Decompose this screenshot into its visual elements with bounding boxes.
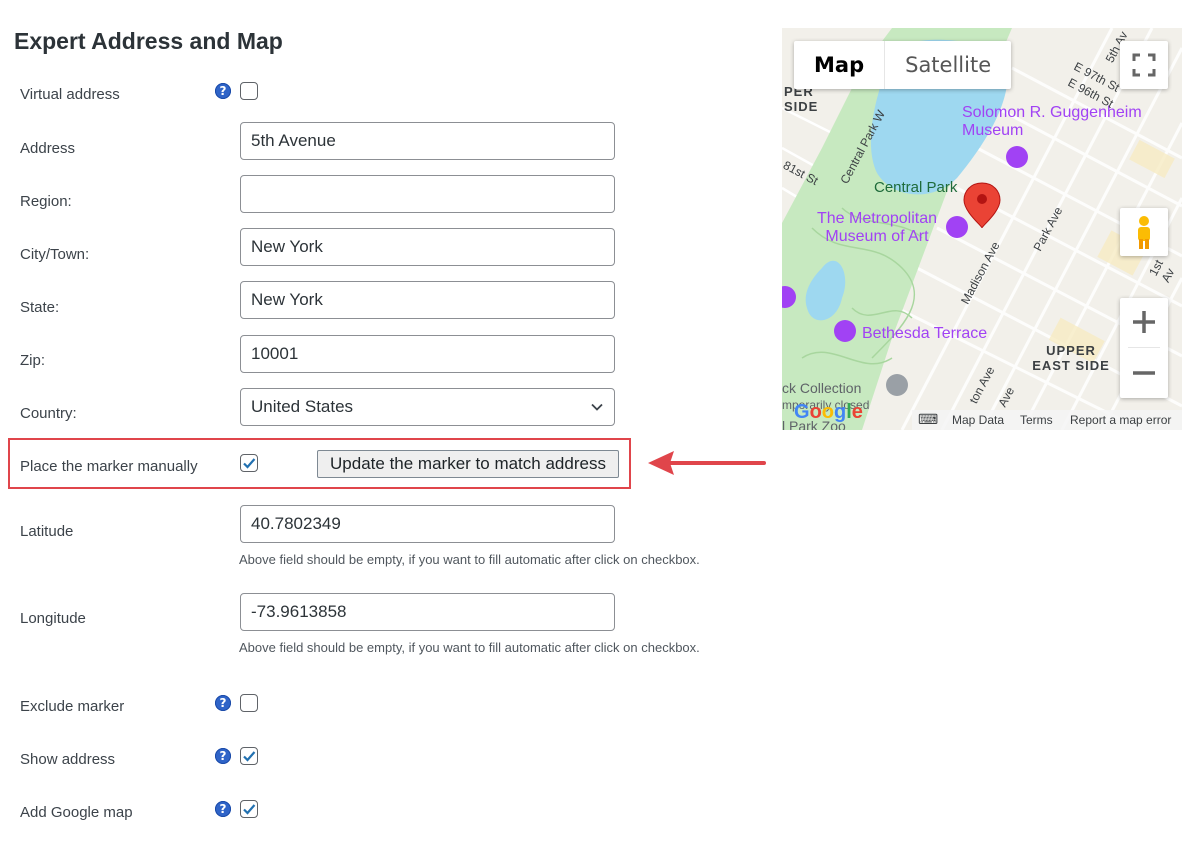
- landmark-icon[interactable]: [834, 320, 856, 342]
- place-marker-label: Place the marker manually: [20, 458, 198, 475]
- tab-satellite[interactable]: Satellite: [884, 41, 1011, 89]
- latitude-label: Latitude: [20, 523, 74, 540]
- chevron-down-icon: [591, 403, 603, 411]
- museum-icon[interactable]: [1006, 146, 1028, 168]
- place-marker-checkbox[interactable]: [240, 454, 258, 472]
- city-input[interactable]: New York: [240, 228, 615, 266]
- zip-label: Zip:: [20, 352, 46, 369]
- help-icon[interactable]: ?: [215, 83, 231, 99]
- region-label: Region:: [20, 193, 72, 210]
- area-upper-east-side: UPPER EAST SIDE: [1032, 343, 1110, 373]
- city-label: City/Town:: [20, 246, 90, 263]
- museum-icon[interactable]: [886, 374, 908, 396]
- country-label: Country:: [20, 405, 77, 422]
- state-input[interactable]: New York: [240, 281, 615, 319]
- exclude-marker-checkbox[interactable]: [240, 694, 258, 712]
- update-marker-button[interactable]: Update the marker to match address: [317, 450, 619, 478]
- fullscreen-button[interactable]: [1120, 41, 1168, 89]
- fullscreen-icon: [1132, 53, 1156, 77]
- help-icon[interactable]: ?: [215, 695, 231, 711]
- report-error-link[interactable]: Report a map error: [1070, 413, 1171, 427]
- tab-map[interactable]: Map: [794, 41, 884, 89]
- help-icon[interactable]: ?: [215, 748, 231, 764]
- longitude-label: Longitude: [20, 610, 86, 627]
- address-input[interactable]: 5th Avenue: [240, 122, 615, 160]
- google-map[interactable]: Solomon R. Guggenheim Museum The Metropo…: [782, 28, 1182, 430]
- plus-icon: [1133, 311, 1155, 333]
- park-label: Central Park: [874, 179, 958, 196]
- longitude-hint: Above field should be empty, if you want…: [239, 640, 700, 655]
- map-footer: ⌨ Map Data Terms Report a map error: [782, 410, 1182, 430]
- state-label: State:: [20, 299, 60, 316]
- virtual-address-checkbox[interactable]: [240, 82, 258, 100]
- checkmark-icon: [243, 804, 256, 815]
- region-input[interactable]: [240, 175, 615, 213]
- poi-met[interactable]: The Metropolitan Museum of Art: [802, 210, 952, 246]
- add-google-map-label: Add Google map: [20, 804, 133, 821]
- map-type-control: Map Satellite: [794, 41, 1012, 89]
- keyboard-icon[interactable]: ⌨: [918, 411, 938, 428]
- checkmark-icon: [243, 751, 256, 762]
- help-icon[interactable]: ?: [215, 801, 231, 817]
- poi-collection[interactable]: ck Collection: [782, 380, 861, 396]
- poi-guggenheim[interactable]: Solomon R. Guggenheim Museum: [962, 104, 1182, 140]
- zoom-out-button[interactable]: [1120, 349, 1168, 398]
- latitude-hint: Above field should be empty, if you want…: [239, 552, 700, 567]
- arrow-icon: [648, 451, 766, 475]
- street-view-button[interactable]: [1120, 208, 1168, 256]
- exclude-marker-label: Exclude marker: [20, 698, 125, 715]
- zoom-divider: [1128, 347, 1160, 348]
- zoom-in-button[interactable]: [1120, 298, 1168, 347]
- show-address-checkbox[interactable]: [240, 747, 258, 765]
- latitude-input[interactable]: 40.7802349: [240, 505, 615, 543]
- address-label: Address: [20, 140, 76, 157]
- checkmark-icon: [243, 458, 256, 469]
- zoom-control: [1120, 298, 1168, 398]
- terms-link[interactable]: Terms: [1020, 413, 1053, 427]
- map-data-link[interactable]: Map Data: [952, 413, 1004, 427]
- poi-bethesda[interactable]: Bethesda Terrace: [862, 325, 987, 343]
- virtual-address-label: Virtual address: [20, 86, 120, 103]
- zip-input[interactable]: 10001: [240, 335, 615, 373]
- country-select[interactable]: United States: [240, 388, 615, 426]
- add-google-map-checkbox[interactable]: [240, 800, 258, 818]
- longitude-input[interactable]: -73.9613858: [240, 593, 615, 631]
- pegman-icon: [1138, 216, 1150, 249]
- page-title: Expert Address and Map: [14, 28, 283, 54]
- show-address-label: Show address: [20, 751, 116, 768]
- minus-icon: [1133, 371, 1155, 375]
- country-value: United States: [251, 397, 354, 416]
